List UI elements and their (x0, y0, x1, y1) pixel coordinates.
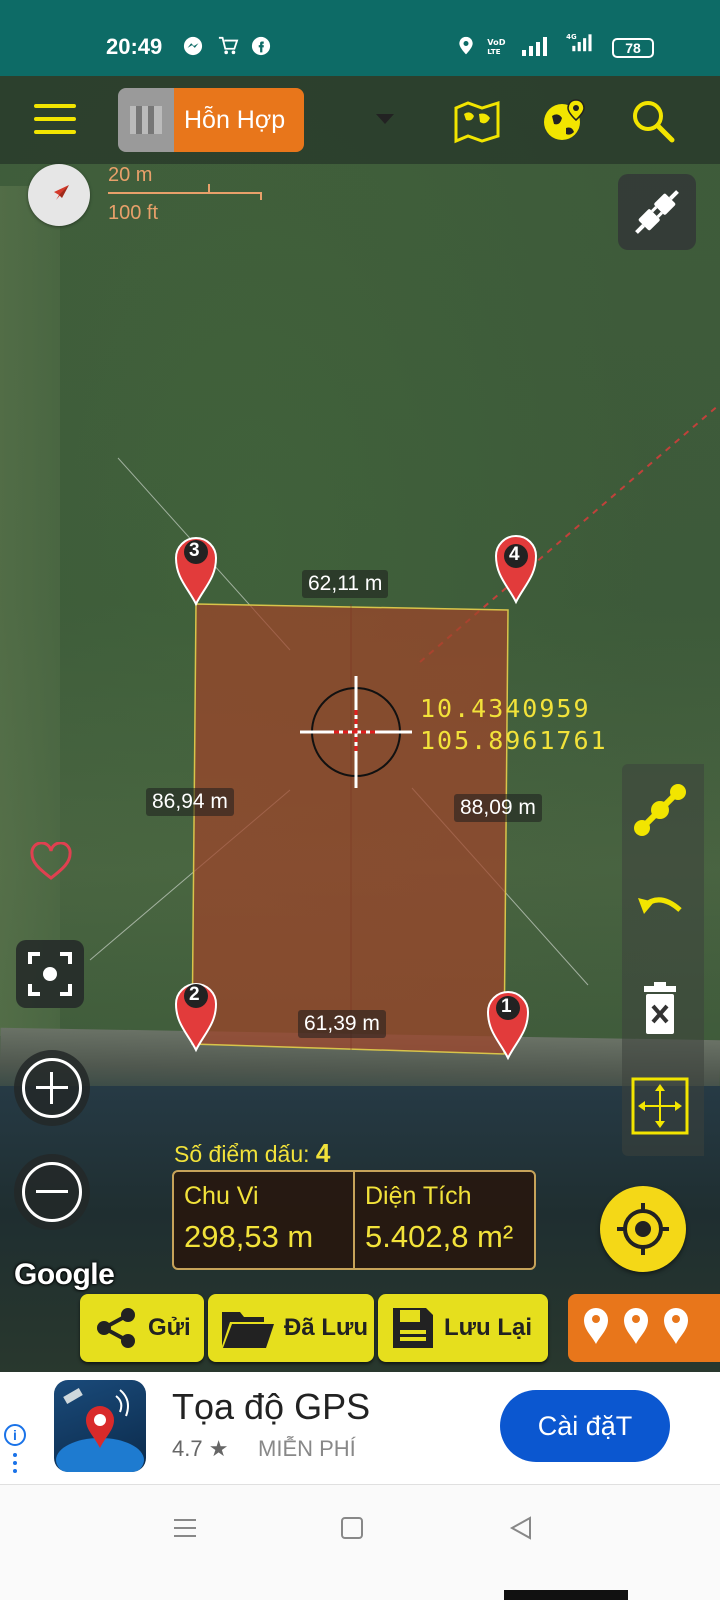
markers-button[interactable] (568, 1294, 720, 1362)
ad-rating: 4.7 ★ (172, 1436, 229, 1461)
measured-polygon (191, 603, 509, 1055)
world-map-icon[interactable] (452, 96, 502, 146)
ad-price: MIỄN PHÍ (258, 1436, 356, 1461)
save-label: Lưu Lại (444, 1314, 533, 1341)
save-button[interactable]: Lưu Lại (378, 1294, 548, 1362)
map-type-icon (118, 88, 174, 152)
longitude-readout: 105.8961761 (420, 726, 608, 755)
save-disk-icon (393, 1308, 433, 1348)
edge-length-left: 86,94 m (146, 788, 234, 816)
area-cell: Diện Tích 5.402,8 m² (353, 1172, 534, 1268)
zoom-in-button[interactable] (14, 1050, 90, 1126)
gps-app-icon (56, 1388, 144, 1472)
points-count: 4 (315, 1138, 331, 1168)
ad-more-icon[interactable] (13, 1452, 17, 1474)
zoom-out-button[interactable] (14, 1154, 90, 1230)
focus-frame-icon (28, 952, 72, 996)
measurement-box: Chu Vi 298,53 m Diện Tích 5.402,8 m² (172, 1170, 536, 1270)
my-location-button[interactable] (600, 1186, 686, 1272)
area-value: 5.402,8 m² (365, 1219, 514, 1254)
fit-extent-icon[interactable] (630, 1076, 690, 1136)
dropdown-arrow-icon[interactable] (376, 114, 394, 124)
points-label-text: Số điểm dấu: (174, 1141, 310, 1167)
marker-4-label[interactable]: 4 (509, 544, 520, 566)
area-label: Diện Tích (365, 1182, 472, 1210)
top-toolbar (0, 76, 720, 164)
marker-2-label[interactable]: 2 (189, 984, 200, 1006)
favorite-heart-icon[interactable] (28, 842, 74, 882)
send-button[interactable]: Gửi (80, 1294, 204, 1362)
latitude-readout: 10.4340959 (420, 694, 591, 723)
marker-1-label[interactable]: 1 (501, 996, 512, 1018)
delete-icon[interactable] (630, 980, 690, 1040)
recents-menu-icon[interactable] (172, 1515, 198, 1541)
share-icon (97, 1308, 135, 1348)
map-type-selector[interactable]: Hỗn Hợp (118, 88, 304, 152)
three-pins-icon (584, 1308, 688, 1344)
ad-info-icon[interactable]: i (4, 1424, 26, 1446)
perimeter-cell: Chu Vi 298,53 m (174, 1172, 353, 1268)
points-count-label: Số điểm dấu: 4 (174, 1138, 330, 1169)
perimeter-value: 298,53 m (184, 1219, 314, 1254)
scale-imperial: 100 ft (108, 202, 159, 224)
home-square-icon[interactable] (340, 1515, 364, 1541)
gesture-bar (504, 1590, 628, 1600)
map-type-label: Hỗn Hợp (174, 88, 304, 152)
menu-button[interactable] (34, 104, 76, 134)
scale-metric: 20 m (108, 164, 153, 186)
target-icon (617, 1203, 669, 1255)
compass-button[interactable] (28, 164, 90, 226)
saved-button[interactable]: Đã Lưu (208, 1294, 374, 1362)
ad-title: Tọa độ GPS (172, 1386, 371, 1427)
gps-connection-button[interactable] (618, 174, 696, 250)
edge-length-bottom: 61,39 m (298, 1010, 386, 1038)
plug-icon (635, 190, 679, 234)
search-icon[interactable] (628, 96, 678, 146)
send-label: Gửi (148, 1314, 191, 1341)
folder-icon (222, 1312, 274, 1348)
globe-pin-icon[interactable] (540, 96, 590, 146)
ad-banner[interactable]: i Tọa độ GPS 4.7 ★ MIỄN PHÍ Cài đặT (0, 1372, 720, 1484)
edge-length-top: 62,11 m (302, 570, 389, 598)
google-attribution: Google (14, 1258, 115, 1291)
undo-icon[interactable] (630, 880, 690, 940)
saved-label: Đã Lưu (284, 1314, 369, 1341)
focus-button[interactable] (16, 940, 84, 1008)
perimeter-label: Chu Vi (184, 1182, 259, 1210)
draw-line-icon[interactable] (630, 780, 690, 840)
ad-install-button[interactable]: Cài đặT (500, 1390, 670, 1462)
back-triangle-icon[interactable] (508, 1515, 534, 1541)
edge-length-right: 88,09 m (454, 794, 542, 822)
system-navigation-bar (0, 1484, 720, 1600)
scale-bar (108, 192, 262, 194)
ad-app-icon[interactable] (54, 1380, 146, 1472)
marker-3-label[interactable]: 3 (189, 540, 200, 562)
compass-icon (54, 185, 69, 200)
